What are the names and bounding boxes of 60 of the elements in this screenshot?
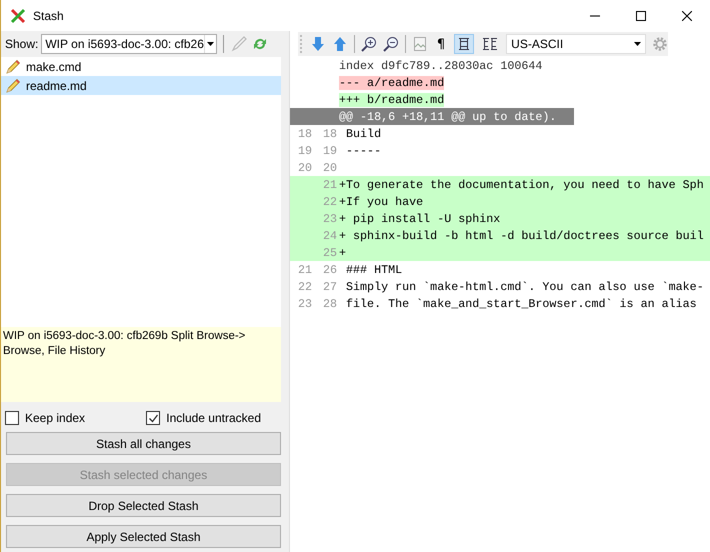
line-number: 26 [322, 262, 338, 276]
code-line: file. The `make_and_start_Browser.cmd` is an alias [345, 296, 697, 310]
code-line: Simply run `make-html.cmd`. You can also use `make- [345, 280, 704, 294]
stash-dropdown[interactable]: WIP on i5693-doc-3.00: cfb26 [41, 34, 218, 54]
line-number: 23 [322, 212, 338, 226]
line-number: 20 [297, 160, 314, 174]
code-line: + pip install -U sphinx [339, 212, 500, 226]
view-mode-button[interactable] [454, 34, 474, 54]
zoom-out-icon[interactable] [382, 36, 399, 52]
code-line: ----- [345, 144, 382, 158]
file-item[interactable]: readme.md [1, 76, 281, 95]
pencil-icon [5, 58, 21, 74]
caret-icon [634, 42, 642, 46]
line-number: 23 [297, 296, 314, 310]
pencil-icon[interactable] [230, 35, 248, 53]
code-line: +To generate the documentation, you need to have Sph [339, 178, 704, 192]
line-number: 27 [322, 280, 338, 294]
line-number: 20 [322, 160, 338, 174]
checkbox[interactable] [5, 411, 19, 425]
commit-message: WIP on i5693-doc-3.00: cfb269b Split Browse-> Browse, File History [1, 327, 281, 402]
code-line: +If you have [339, 194, 424, 208]
code-line: + [339, 246, 346, 260]
show-whitespace-button[interactable]: ¶ [434, 36, 448, 52]
close-icon [682, 10, 692, 20]
line-number: 19 [322, 144, 338, 158]
line-number: 25 [322, 246, 338, 260]
code-line: + sphinx-build -b html -d build/doctrees source buil [339, 228, 704, 242]
line-number: 21 [322, 178, 338, 192]
settings-icon[interactable] [652, 36, 668, 52]
checkbox[interactable] [146, 411, 160, 425]
line-number: 19 [297, 144, 314, 158]
encoding-dropdown[interactable]: US-ASCII [506, 34, 646, 54]
zoom-in-icon[interactable] [360, 36, 377, 52]
checkbox-label: Include untracked [166, 411, 261, 425]
line-number: 22 [297, 280, 314, 294]
action-button[interactable]: Drop Selected Stash [6, 494, 281, 517]
code-line: Build [345, 126, 382, 140]
code-line: index d9fc789..28030ac 100644 [339, 58, 542, 72]
window-title: Stash [33, 8, 64, 22]
code-line: @@ -18,6 +18,11 @@ up to date). [339, 110, 556, 124]
file-item[interactable]: make.cmd [1, 57, 281, 76]
code-line: ### HTML [345, 262, 402, 276]
checkbox-label: Keep index [25, 411, 86, 425]
action-button[interactable]: Stash all changes [6, 432, 281, 455]
caret-icon [207, 42, 214, 46]
arrow-up-icon[interactable] [332, 36, 348, 52]
line-number: 18 [322, 126, 338, 140]
line-number: 21 [297, 262, 314, 276]
app-icon [10, 8, 26, 24]
line-number: 24 [322, 228, 338, 242]
pencil-icon [5, 78, 21, 94]
line-number: 22 [322, 194, 338, 208]
show-label: Show: [5, 37, 38, 51]
action-button[interactable]: Apply Selected Stash [6, 525, 281, 548]
columns-icon [482, 36, 498, 52]
maximize-icon [636, 10, 646, 20]
line-number: 28 [322, 296, 338, 310]
line-number: 18 [297, 126, 314, 140]
image-icon[interactable] [412, 36, 428, 52]
arrow-down-icon[interactable] [310, 36, 326, 52]
